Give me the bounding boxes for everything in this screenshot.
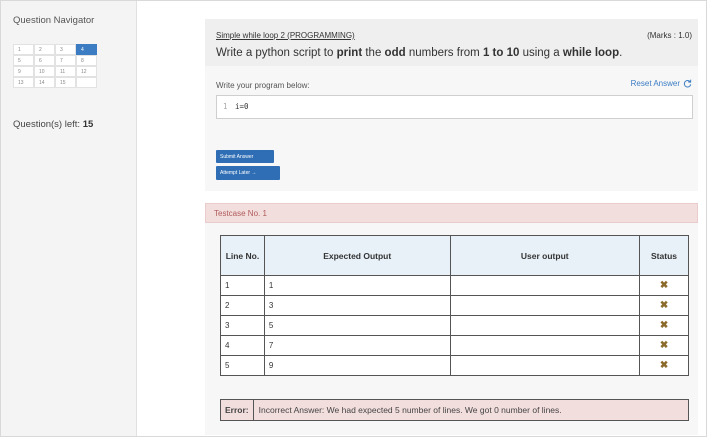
cell-expected-output: 9 — [263, 355, 451, 376]
submit-answer-label: Submit Answer — [220, 153, 254, 160]
question-nav-item[interactable]: 7 — [55, 55, 76, 66]
questions-left-label: Question(s) left: — [13, 119, 81, 130]
question-panel: Simple while loop 2 (PROGRAMMING) (Marks… — [205, 19, 698, 191]
question-grid: 1 2 3 4 5 6 7 8 9 10 11 12 13 14 15 — [13, 44, 97, 88]
cell-expected-output: 3 — [263, 295, 451, 316]
question-nav-item[interactable]: 11 — [55, 66, 76, 77]
header-line-no: Line No. — [220, 235, 265, 276]
results-header-row: Line No. Expected Output User output Sta… — [220, 235, 689, 276]
cross-icon: ✖ — [639, 275, 689, 296]
cell-line-no: 2 — [220, 295, 265, 316]
question-nav-item[interactable]: 1 — [13, 44, 34, 55]
cell-line-no: 5 — [220, 355, 265, 376]
question-nav-item[interactable]: 5 — [13, 55, 34, 66]
editor-line-number: 1 — [223, 102, 228, 111]
testcase-body: Line No. Expected Output User output Sta… — [205, 223, 698, 435]
cross-icon: ✖ — [639, 355, 689, 376]
table-row: 2 3 ✖ — [220, 295, 689, 316]
reset-answer-link[interactable]: Reset Answer — [631, 79, 692, 88]
cell-expected-output: 1 — [263, 275, 451, 296]
question-nav-item[interactable]: 3 — [55, 44, 76, 55]
question-nav-item[interactable]: 8 — [76, 55, 97, 66]
question-nav-item[interactable]: 15 — [55, 77, 76, 88]
code-editor[interactable]: 1 i=0 — [216, 95, 693, 119]
cell-line-no: 1 — [220, 275, 265, 296]
cross-icon: ✖ — [639, 335, 689, 356]
question-text-segment: using a — [519, 47, 563, 59]
cell-user-output — [449, 315, 641, 336]
cell-expected-output: 7 — [263, 335, 451, 356]
question-text-segment: the — [362, 47, 385, 59]
cross-icon: ✖ — [639, 295, 689, 316]
question-text-emphasis: while loop — [562, 47, 620, 59]
attempt-later-label: Attempt Later → — [220, 170, 257, 176]
question-text-segment: Write a python script to — [216, 47, 337, 59]
header-status: Status — [639, 235, 689, 276]
error-message: Incorrect Answer: We had expected 5 numb… — [258, 405, 562, 415]
question-nav-item[interactable]: 4 — [76, 44, 97, 55]
question-nav-item[interactable]: 6 — [34, 55, 55, 66]
questions-left-count: 15 — [82, 119, 94, 130]
header-expected-output: Expected Output — [263, 235, 451, 276]
error-message-box: Error: Incorrect Answer: We had expected… — [220, 399, 689, 421]
editor-code: i=0 — [235, 102, 249, 111]
table-row: 5 9 ✖ — [220, 355, 689, 376]
question-title[interactable]: Simple while loop 2 (PROGRAMMING) — [216, 31, 355, 40]
table-row: 1 1 ✖ — [220, 275, 689, 296]
question-nav-item[interactable]: 10 — [34, 66, 55, 77]
program-label: Write your program below: — [216, 81, 310, 90]
question-text: Write a python script to print the odd n… — [216, 47, 622, 59]
question-nav-item[interactable]: 14 — [34, 77, 55, 88]
table-row: 4 7 ✖ — [220, 335, 689, 356]
attempt-later-button[interactable]: Attempt Later → — [216, 166, 280, 180]
questions-left: Question(s) left: 15 — [13, 119, 93, 130]
cell-expected-output: 5 — [263, 315, 451, 336]
cell-user-output — [449, 275, 641, 296]
question-nav-item[interactable]: 13 — [13, 77, 34, 88]
cell-user-output — [449, 335, 641, 356]
error-label: Error: — [221, 400, 254, 420]
question-header: Simple while loop 2 (PROGRAMMING) (Marks… — [205, 19, 698, 66]
question-nav-item[interactable]: 9 — [13, 66, 34, 77]
question-nav-item[interactable]: 12 — [76, 66, 97, 77]
results-table-body: 1 1 ✖ 2 3 ✖ 3 5 ✖ 4 7 ✖ 5 9 ✖ — [220, 275, 689, 376]
question-text-segment: . — [619, 47, 623, 59]
results-table: Line No. Expected Output User output Sta… — [220, 235, 689, 376]
testcase-label: Testcase No. 1 — [214, 209, 267, 218]
question-text-emphasis: print — [336, 47, 363, 59]
question-marks: (Marks : 1.0) — [647, 31, 692, 40]
question-grid-empty-cell — [76, 77, 97, 88]
question-text-segment: numbers from — [405, 47, 483, 59]
cross-icon: ✖ — [639, 315, 689, 336]
submit-answer-button[interactable]: Submit Answer — [216, 150, 274, 163]
cell-line-no: 3 — [220, 315, 265, 336]
question-nav-item[interactable]: 2 — [34, 44, 55, 55]
header-user-output: User output — [449, 235, 641, 276]
table-row: 3 5 ✖ — [220, 315, 689, 336]
cell-user-output — [449, 295, 641, 316]
reset-answer-label: Reset Answer — [630, 79, 680, 88]
testcase-header[interactable]: Testcase No. 1 — [205, 203, 698, 223]
question-text-emphasis: odd — [384, 47, 406, 59]
navigator-title: Question Navigator — [13, 15, 95, 26]
cell-user-output — [449, 355, 641, 376]
question-text-emphasis: 1 to 10 — [482, 47, 520, 59]
refresh-icon — [683, 79, 692, 88]
cell-line-no: 4 — [220, 335, 265, 356]
question-navigator-sidebar: Question Navigator 1 2 3 4 5 6 7 8 9 10 11 12 13 14 15… — [1, 1, 137, 436]
